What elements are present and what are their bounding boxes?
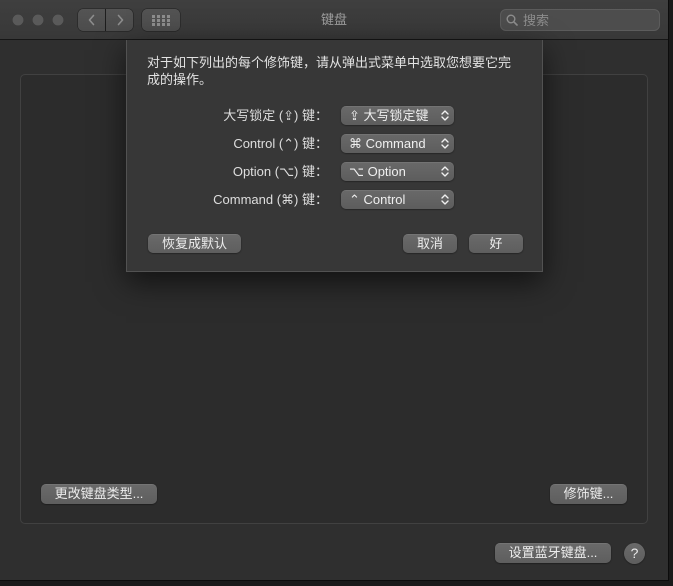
up-down-chevron-icon — [441, 110, 449, 121]
modifier-row-control: Control (⌃) 键： ⌘ Command — [127, 134, 542, 153]
setup-bluetooth-keyboard-button[interactable]: 设置蓝牙键盘... — [495, 543, 611, 563]
control-popup[interactable]: ⌘ Command — [341, 134, 454, 153]
search-input[interactable] — [500, 9, 660, 31]
search-icon — [506, 14, 518, 26]
cancel-button[interactable]: 取消 — [403, 234, 457, 253]
help-button[interactable]: ? — [624, 543, 645, 564]
command-key-label: Command (⌘) 键： — [213, 192, 328, 207]
caps-lock-popup[interactable]: ⇪ 大写锁定键 — [341, 106, 454, 125]
control-key-label: Control (⌃) 键： — [233, 136, 328, 151]
restore-defaults-button[interactable]: 恢复成默认 — [148, 234, 241, 253]
up-down-chevron-icon — [441, 194, 449, 205]
modifier-row-option: Option (⌥) 键： ⌥ Option — [127, 162, 542, 181]
option-popup[interactable]: ⌥ Option — [341, 162, 454, 181]
modifier-keys-sheet: 对于如下列出的每个修饰键，请从弹出式菜单中选取您想要它完成的操作。 大写锁定 (… — [126, 40, 543, 272]
search-field — [500, 9, 660, 31]
control-popup-value: ⌘ Command — [349, 136, 426, 151]
caps-lock-key-label: 大写锁定 (⇪) 键： — [223, 108, 328, 123]
sheet-prompt: 对于如下列出的每个修饰键，请从弹出式菜单中选取您想要它完成的操作。 — [147, 55, 512, 87]
keyboard-preferences-window: 键盘 更改键盘类型... 修饰键... 设置蓝牙键盘... ? 对于如下列出的每… — [0, 0, 668, 580]
command-popup[interactable]: ⌃ Control — [341, 190, 454, 209]
change-keyboard-type-button[interactable]: 更改键盘类型... — [41, 484, 157, 504]
modifier-row-command: Command (⌘) 键： ⌃ Control — [127, 190, 542, 209]
command-popup-value: ⌃ Control — [349, 192, 406, 207]
option-popup-value: ⌥ Option — [349, 164, 406, 179]
option-key-label: Option (⌥) 键： — [232, 164, 328, 179]
up-down-chevron-icon — [441, 166, 449, 177]
modifier-keys-button[interactable]: 修饰键... — [550, 484, 627, 504]
modifier-row-caps-lock: 大写锁定 (⇪) 键： ⇪ 大写锁定键 — [127, 106, 542, 125]
caps-lock-popup-value: ⇪ 大写锁定键 — [349, 108, 429, 123]
ok-button[interactable]: 好 — [469, 234, 523, 253]
up-down-chevron-icon — [441, 138, 449, 149]
title-bar: 键盘 — [0, 0, 668, 40]
